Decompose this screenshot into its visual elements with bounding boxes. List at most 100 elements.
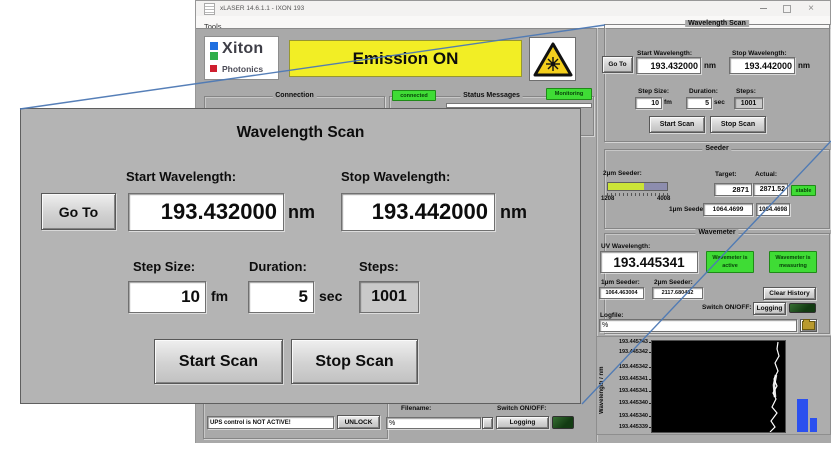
- fileio-logging-led: [552, 416, 574, 429]
- maximize-icon: [783, 5, 791, 13]
- minimize-icon: [760, 8, 767, 9]
- stop-wavelength-label: Stop Wavelength:: [732, 50, 787, 57]
- close-button[interactable]: ×: [804, 3, 818, 15]
- seeder-scale-max: 4008: [657, 196, 670, 202]
- steps-label: Steps:: [736, 88, 756, 95]
- duration-field[interactable]: 5: [686, 97, 712, 109]
- logfile-browse-button[interactable]: [800, 319, 817, 332]
- wavemeter-switch-label: Switch ON/OFF:: [702, 304, 751, 311]
- monitoring-badge: Monitoring: [546, 88, 592, 100]
- zoom-step-size-field[interactable]: 10: [128, 281, 206, 313]
- seeder-actual-label: Actual:: [755, 171, 777, 178]
- chart-ytick: 193.445343: [600, 339, 652, 345]
- zoom-duration-unit-label: sec: [319, 288, 342, 304]
- zoom-stop-wavelength-field[interactable]: 193.442000: [341, 193, 495, 231]
- duration-label: Duration:: [689, 88, 718, 95]
- stop-unit-label: nm: [798, 61, 810, 70]
- stable-badge: stable: [791, 185, 816, 196]
- title-bar: xLASER 14.6.1.1 - IXON 193 ×: [196, 1, 830, 16]
- logfile-label: Logfile:: [600, 312, 623, 319]
- zoom-start-unit-label: nm: [288, 202, 315, 223]
- zoom-stop-unit-label: nm: [500, 202, 527, 223]
- unlock-button[interactable]: UNLOCK: [337, 415, 380, 429]
- wavelength-trace: [652, 341, 785, 432]
- seeder-target-label: Target:: [715, 171, 737, 178]
- step-unit-label: fm: [664, 99, 672, 106]
- uv-wavelength-label: UV Wavelength:: [601, 243, 650, 250]
- emission-status-banner: Emission ON: [289, 40, 522, 77]
- seeder-slider-fill: [608, 183, 644, 190]
- logfile-input[interactable]: %: [599, 319, 797, 332]
- start-unit-label: nm: [704, 61, 716, 70]
- wavelength-plot: [651, 340, 786, 433]
- zoom-duration-field[interactable]: 5: [248, 281, 314, 313]
- zoom-step-unit-label: fm: [211, 288, 228, 304]
- wavemeter-logging-button[interactable]: Logging: [753, 302, 786, 315]
- logo-subtitle: Photonics: [222, 64, 263, 74]
- wavelength-scan-title: Wavelength Scan: [685, 20, 749, 27]
- connection-title: Connection: [272, 92, 317, 99]
- seeder-um1-field-a: 1064.4699: [703, 203, 753, 216]
- app-icon: [204, 3, 215, 15]
- start-scan-button[interactable]: Start Scan: [649, 116, 705, 133]
- zoom-start-wavelength-field[interactable]: 193.432000: [128, 193, 284, 231]
- seeder-slider[interactable]: [607, 182, 668, 191]
- duration-unit-label: sec: [714, 99, 725, 106]
- zoom-start-scan-button[interactable]: Start Scan: [154, 339, 283, 384]
- seeder-title: Seeder: [702, 145, 731, 152]
- zoom-steps-indicator: 1001: [359, 281, 419, 313]
- minimize-button[interactable]: [756, 3, 770, 15]
- chart-ytick: 193.445339: [600, 424, 652, 430]
- fileio-logging-button[interactable]: Logging: [496, 416, 549, 429]
- seeder-target-field[interactable]: 2871: [714, 183, 752, 196]
- stop-scan-button[interactable]: Stop Scan: [710, 116, 766, 133]
- stop-wavelength-field[interactable]: 193.442000: [729, 57, 795, 74]
- wavemeter-um1-field: 1064.463004: [599, 287, 644, 299]
- chart-ytick: 193.445342: [600, 349, 652, 355]
- intensity-bar-1: [797, 399, 808, 432]
- wavemeter-logging-led: [789, 303, 816, 313]
- goto-button[interactable]: Go To: [602, 56, 633, 73]
- logo-green-square: [210, 52, 218, 60]
- filename-input[interactable]: %: [386, 417, 481, 429]
- zoom-stop-wavelength-label: Stop Wavelength:: [341, 169, 450, 184]
- clear-history-button[interactable]: Clear History: [763, 287, 816, 300]
- seeder-actual-field: 2871.52: [753, 183, 788, 196]
- maximize-button[interactable]: [780, 3, 794, 15]
- connected-badge: connected: [392, 90, 436, 101]
- logo-blue-square: [210, 42, 218, 50]
- wavemeter-active-badge: Wavemeter is active: [706, 251, 754, 273]
- seeder-scale-min: 1208: [601, 196, 614, 202]
- wavemeter-title: Wavemeter: [695, 229, 738, 236]
- folder-icon: [802, 321, 815, 330]
- zoom-duration-label: Duration:: [249, 259, 307, 274]
- start-wavelength-field[interactable]: 193.432000: [636, 57, 701, 74]
- chart-ytick: 193.445340: [600, 413, 652, 419]
- wavemeter-measuring-badge: Wavemeter is measuring: [769, 251, 817, 273]
- zoom-start-wavelength-label: Start Wavelength:: [126, 169, 236, 184]
- steps-indicator: 1001: [734, 97, 763, 109]
- seeder-um1-field-b: 1064.4698: [756, 203, 790, 216]
- step-size-label: Step Size:: [638, 88, 669, 95]
- zoom-steps-label: Steps:: [359, 259, 399, 274]
- start-wavelength-label: Start Wavelength:: [637, 50, 692, 57]
- laser-warning-icon: [533, 41, 573, 78]
- uv-wavelength-display: 193.445341: [600, 251, 698, 273]
- zoom-goto-button[interactable]: Go To: [41, 193, 116, 230]
- wavemeter-um2-label: 2µm Seeder:: [654, 279, 693, 286]
- filename-browse-button[interactable]: [482, 417, 493, 429]
- chart-ytick: 193.445341: [600, 388, 652, 394]
- chart-ytick: 193.445341: [600, 376, 652, 382]
- seeder-slider-label: 2µm Seeder:: [603, 170, 642, 177]
- chart-ytick: 193.445340: [600, 400, 652, 406]
- logo-red-square: [210, 65, 217, 72]
- step-size-field[interactable]: 10: [635, 97, 662, 109]
- zoom-panel-title: Wavelength Scan: [21, 124, 580, 142]
- wavelength-scan-zoom-panel: Wavelength Scan Start Wavelength: Stop W…: [20, 108, 581, 404]
- zoom-stop-scan-button[interactable]: Stop Scan: [291, 339, 418, 384]
- fileio-switch-label: Switch ON/OFF:: [497, 405, 546, 412]
- logo-title: Xiton: [222, 40, 264, 58]
- ups-status-field: UPS control is NOT ACTIVE!: [207, 416, 334, 429]
- zoom-step-size-label: Step Size:: [133, 259, 195, 274]
- seeder-um1-label: 1µm Seeder:: [669, 206, 708, 213]
